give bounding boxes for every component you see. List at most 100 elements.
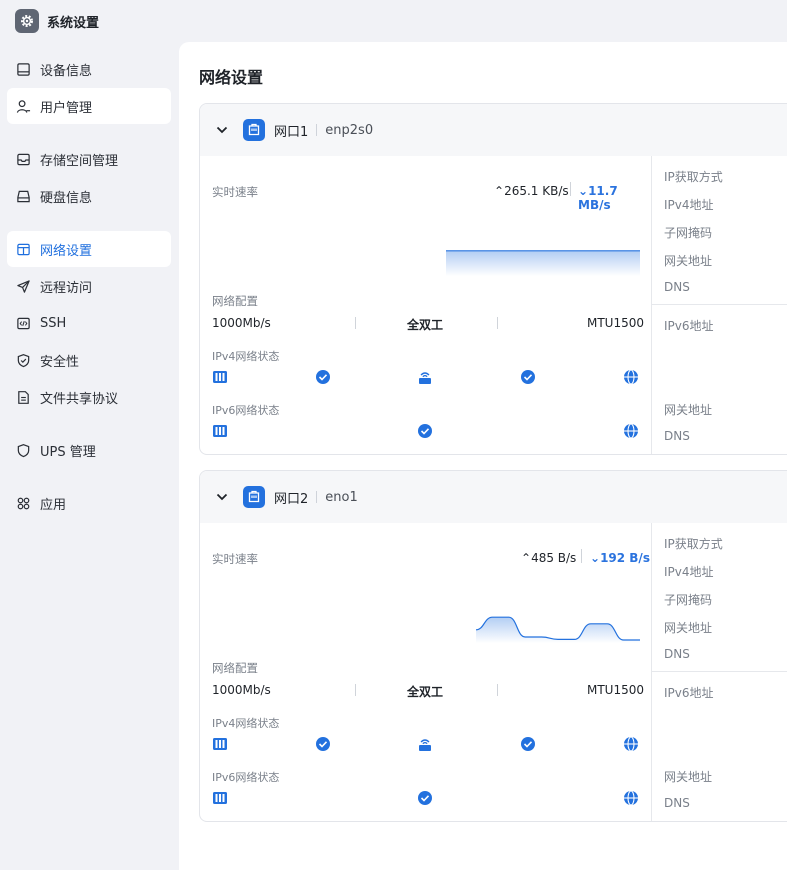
dns-label: DNS bbox=[664, 280, 690, 294]
ipv4-status-line bbox=[213, 736, 638, 752]
nas-device-icon bbox=[213, 371, 227, 383]
sidebar-item-label: 用户管理 bbox=[40, 100, 93, 116]
sidebar-item-label: 应用 bbox=[40, 497, 67, 513]
ipv6-dns-label: DNS bbox=[664, 796, 690, 810]
gateway-label: 网关地址 bbox=[664, 254, 713, 268]
sidebar-item-label: UPS 管理 bbox=[40, 444, 96, 460]
sidebar-item-label: 远程访问 bbox=[40, 280, 93, 296]
nas-device-icon bbox=[213, 738, 227, 750]
ipv6-dns-label: DNS bbox=[664, 429, 690, 443]
divider bbox=[581, 549, 582, 563]
title-bar: 系统设置 bbox=[0, 0, 787, 42]
sidebar-item-label: SSH bbox=[40, 315, 67, 331]
sidebar-item-disk[interactable]: 硬盘信息 bbox=[7, 178, 171, 214]
gear-icon bbox=[15, 9, 39, 33]
ipv4-status-label: IPv4网络状态 bbox=[212, 717, 280, 730]
code-icon bbox=[17, 317, 30, 329]
check-icon bbox=[316, 737, 330, 751]
download-rate: ⌄11.7 MB/s bbox=[578, 184, 618, 212]
sidebar-item-device-info[interactable]: 设备信息 bbox=[7, 51, 171, 87]
ip-details: IP获取方式 IPv4地址 子网掩码 网关地址 DNS IPv6地址 网关地址 … bbox=[651, 156, 787, 454]
page-title: 网络设置 bbox=[199, 68, 264, 87]
ethernet-port-icon bbox=[243, 119, 265, 141]
ipv4-status-line bbox=[213, 369, 638, 385]
duplex-mode: 全双工 bbox=[407, 318, 444, 332]
document-icon bbox=[18, 390, 29, 404]
sidebar-item-file-sharing[interactable]: 文件共享协议 bbox=[7, 379, 171, 415]
port-header[interactable]: 网口2 eno1 bbox=[200, 471, 787, 523]
network-port-card: 网口2 eno1 实时速率 ⌃485 B/s ⌄192 B/s 网络配置 100… bbox=[199, 470, 787, 822]
check-icon bbox=[418, 424, 432, 438]
chevron-down-icon[interactable] bbox=[215, 123, 229, 137]
speed-label: 实时速率 bbox=[212, 552, 258, 566]
app-title: 系统设置 bbox=[47, 15, 100, 31]
dns-label: DNS bbox=[664, 647, 690, 661]
upload-rate: ⌃485 B/s bbox=[521, 551, 577, 565]
globe-icon bbox=[624, 369, 638, 385]
ipv6-gateway-label: 网关地址 bbox=[664, 403, 713, 417]
throughput-graph bbox=[446, 250, 640, 276]
download-rate-value: 11.7 MB/s bbox=[578, 184, 618, 212]
divider bbox=[316, 491, 318, 503]
ipv6-status-line bbox=[213, 790, 638, 806]
port-device: enp2s0 bbox=[325, 122, 374, 138]
sidebar-item-security[interactable]: 安全性 bbox=[7, 342, 171, 378]
subnet-mask-label: 子网掩码 bbox=[664, 593, 713, 607]
shield-icon bbox=[17, 443, 30, 457]
port-device: eno1 bbox=[325, 489, 358, 505]
config-label: 网络配置 bbox=[212, 661, 258, 675]
mtu-value: MTU1500 bbox=[587, 316, 645, 330]
port-name: 网口1 bbox=[274, 124, 309, 140]
config-label: 网络配置 bbox=[212, 294, 258, 308]
shield-check-icon bbox=[17, 353, 30, 367]
apps-icon bbox=[17, 497, 30, 509]
sidebar-item-remote[interactable]: 远程访问 bbox=[7, 268, 171, 304]
ethernet-port-icon bbox=[243, 486, 265, 508]
sidebar-item-label: 硬盘信息 bbox=[40, 190, 93, 206]
upload-rate: ⌃265.1 KB/s bbox=[494, 184, 569, 198]
ip-details: IP获取方式 IPv4地址 子网掩码 网关地址 DNS IPv6地址 网关地址 … bbox=[651, 523, 787, 821]
sidebar-item-ups[interactable]: UPS 管理 bbox=[7, 432, 171, 468]
router-icon bbox=[419, 739, 431, 751]
mtu-value: MTU1500 bbox=[587, 683, 645, 697]
check-icon bbox=[316, 370, 330, 384]
sidebar-item-label: 文件共享协议 bbox=[40, 391, 119, 407]
divider bbox=[355, 317, 356, 329]
sidebar-item-storage[interactable]: 存储空间管理 bbox=[7, 141, 171, 177]
sidebar-item-ssh[interactable]: SSH bbox=[7, 305, 171, 341]
ip-method-label: IP获取方式 bbox=[664, 537, 723, 551]
throughput-graph bbox=[476, 616, 640, 643]
sidebar-item-apps[interactable]: 应用 bbox=[7, 485, 171, 521]
ipv6-address-label: IPv6地址 bbox=[664, 319, 714, 333]
ipv6-address-label: IPv6地址 bbox=[664, 686, 714, 700]
divider bbox=[570, 182, 571, 196]
nas-device-icon bbox=[213, 425, 227, 437]
divider bbox=[355, 684, 356, 696]
check-icon bbox=[418, 791, 432, 805]
ipv4-address-label: IPv4地址 bbox=[664, 565, 714, 579]
port-header[interactable]: 网口1 enp2s0 bbox=[200, 104, 787, 156]
graph-area bbox=[446, 250, 640, 276]
subnet-mask-label: 子网掩码 bbox=[664, 226, 713, 240]
ipv6-gateway-label: 网关地址 bbox=[664, 770, 713, 784]
download-rate: ⌄192 B/s bbox=[590, 551, 650, 565]
divider bbox=[652, 304, 787, 305]
user-icon bbox=[16, 99, 31, 113]
main-panel: 网络设置 网口1 enp2s0 实时速率 ⌃265.1 KB/s ⌄11.7 M… bbox=[179, 42, 787, 870]
upload-rate-value: 265.1 KB/s bbox=[504, 184, 569, 198]
ipv6-status-label: IPv6网络状态 bbox=[212, 771, 280, 784]
storage-icon bbox=[17, 153, 30, 165]
ip-method-label: IP获取方式 bbox=[664, 170, 723, 184]
port-stats: 实时速率 ⌃485 B/s ⌄192 B/s 网络配置 1000Mb/s 全双工… bbox=[200, 523, 651, 821]
chevron-down-icon[interactable] bbox=[215, 490, 229, 504]
sidebar-item-network[interactable]: 网络设置 bbox=[7, 231, 171, 267]
port-stats: 实时速率 ⌃265.1 KB/s ⌄11.7 MB/s 网络配置 1000Mb/… bbox=[200, 156, 651, 454]
link-speed: 1000Mb/s bbox=[212, 316, 271, 330]
sidebar-item-label: 存储空间管理 bbox=[40, 153, 119, 169]
ipv6-status-label: IPv6网络状态 bbox=[212, 404, 280, 417]
network-port-card: 网口1 enp2s0 实时速率 ⌃265.1 KB/s ⌄11.7 MB/s 网… bbox=[199, 103, 787, 455]
sidebar-item-users[interactable]: 用户管理 bbox=[7, 88, 171, 124]
check-icon bbox=[521, 737, 535, 751]
disk-icon bbox=[17, 190, 30, 202]
nas-device-icon bbox=[213, 792, 227, 804]
